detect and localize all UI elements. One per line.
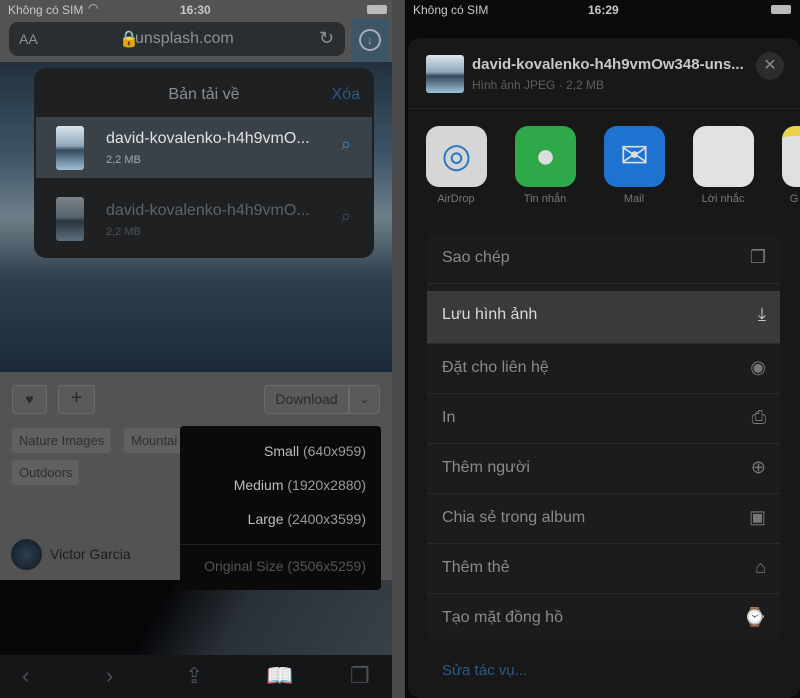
action-create-watch-face[interactable]: Tạo mặt đồng hồ ⌚: [427, 594, 780, 644]
action-add-people[interactable]: Thêm người ⊕: [427, 444, 780, 494]
airdrop-icon[interactable]: ◎: [426, 126, 487, 187]
file-name: david-kovalenko-h4h9vmOw348-uns...: [472, 56, 744, 73]
action-add-tag[interactable]: Thêm thẻ ⌂: [427, 544, 780, 594]
downloads-button[interactable]: ↓: [351, 18, 389, 62]
downloads-popover: Bản tải về Xóa david-kovalenko-h4h9vmO..…: [34, 68, 374, 258]
notes-icon[interactable]: [782, 126, 800, 187]
mail-icon[interactable]: ✉: [604, 126, 665, 187]
close-icon[interactable]: ✕: [756, 52, 784, 80]
search-icon[interactable]: ⌕: [341, 206, 351, 227]
file-thumbnail: [426, 55, 464, 93]
file-size: 2,2 MB: [106, 226, 141, 238]
shared-album-icon: ▣: [748, 507, 766, 527]
size-option-large[interactable]: Large (2400x3599): [248, 511, 366, 527]
tag[interactable]: Nature Images: [12, 428, 112, 453]
bookmarks-icon[interactable]: 📖: [266, 663, 293, 689]
edit-actions-link[interactable]: Sửa tác vụ...: [442, 662, 527, 679]
carrier: Không có SIM: [8, 3, 84, 17]
app-label: Tin nhắn: [523, 193, 567, 205]
action-save-image[interactable]: Lưu hình ảnh ⤓: [427, 291, 780, 344]
clear-button[interactable]: Xóa: [332, 86, 360, 104]
wifi-icon: ◠: [88, 1, 99, 15]
battery-icon: [771, 5, 791, 14]
size-option-small[interactable]: Small (640x959): [264, 443, 366, 459]
reload-icon[interactable]: ↻: [319, 28, 334, 49]
divider: [408, 108, 800, 109]
add-to-collection-button[interactable]: +: [58, 385, 95, 414]
search-icon[interactable]: ⌕: [341, 134, 351, 155]
chevron-down-icon[interactable]: ⌄: [349, 385, 380, 414]
download-button[interactable]: Download: [264, 385, 349, 414]
download-item[interactable]: david-kovalenko-h4h9vmO... 2,2 MB ⌕: [36, 117, 372, 178]
divider: [180, 544, 381, 545]
url-text: unsplash.com: [135, 30, 234, 47]
action-list: Sao chép ❐ Lưu hình ảnh ⤓ Đặt cho liên hệ ◉…: [427, 234, 780, 640]
popover-title: Bản tải về: [168, 86, 240, 103]
reminders-icon[interactable]: [693, 126, 754, 187]
thumbnail: [56, 126, 84, 170]
next-photo[interactable]: [0, 580, 392, 655]
battery-icon: [367, 5, 387, 14]
action-print[interactable]: In ⎙: [427, 394, 780, 444]
file-meta: Hình ảnh JPEG · 2,2 MB: [472, 78, 605, 92]
safari-toolbar: ‹ › ⇪ 📖 ❐: [0, 655, 392, 698]
tabs-icon[interactable]: ❐: [350, 663, 370, 689]
clock: 16:30: [180, 3, 211, 17]
action-copy[interactable]: Sao chép ❐: [427, 234, 780, 284]
print-icon: ⎙: [751, 407, 766, 427]
clock: 16:29: [588, 3, 619, 17]
watch-icon: ⌚: [743, 607, 766, 627]
back-icon[interactable]: ‹: [22, 663, 29, 689]
avatar[interactable]: [11, 539, 42, 570]
action-shared-album[interactable]: Chia sẻ trong album ▣: [427, 494, 780, 544]
save-image-icon: ⤓: [758, 304, 766, 324]
forward-icon[interactable]: ›: [106, 663, 113, 689]
tag[interactable]: Mountai: [124, 428, 184, 453]
contact-icon: ◉: [750, 357, 766, 377]
action-assign-contact[interactable]: Đặt cho liên hệ ◉: [427, 344, 780, 394]
tag[interactable]: Outdoors: [12, 460, 80, 485]
download-item[interactable]: david-kovalenko-h4h9vmO... 2,2 MB ⌕: [36, 188, 372, 249]
file-size: 2,2 MB: [106, 154, 141, 166]
like-button[interactable]: ♥: [12, 385, 47, 414]
author-name[interactable]: Victor Garcia: [50, 546, 131, 562]
share-icon[interactable]: ⇪: [185, 663, 203, 689]
thumbnail: [56, 197, 84, 241]
size-option-original[interactable]: Original Size (3506x5259): [204, 558, 366, 574]
carrier: Không có SIM: [413, 3, 489, 17]
app-label: AirDrop: [437, 193, 475, 205]
address-bar[interactable]: AA 🔒 unsplash.com ↻: [9, 22, 345, 56]
file-name: david-kovalenko-h4h9vmO...: [106, 202, 310, 219]
download-icon: ↓: [359, 29, 381, 51]
copy-icon: ❐: [749, 247, 766, 267]
tag-icon: ⌂: [755, 557, 766, 577]
file-name: david-kovalenko-h4h9vmO...: [106, 130, 310, 147]
app-label: Lời nhắc: [701, 193, 745, 205]
app-label: G: [789, 193, 799, 205]
share-sheet-screen: Không có SIM 16:29 david-kovalenko-h4h9v…: [405, 0, 800, 698]
add-person-icon: ⊕: [750, 457, 766, 477]
safari-screen: Không có SIM ◠ 16:30 AA 🔒 unsplash.com ↻…: [0, 0, 392, 698]
size-option-medium[interactable]: Medium (1920x2880): [234, 477, 366, 493]
text-size-button[interactable]: AA: [19, 31, 38, 47]
messages-icon[interactable]: ●: [515, 126, 576, 187]
download-size-menu: Small (640x959) Medium (1920x2880) Large…: [180, 426, 381, 590]
app-label: Mail: [623, 193, 645, 205]
